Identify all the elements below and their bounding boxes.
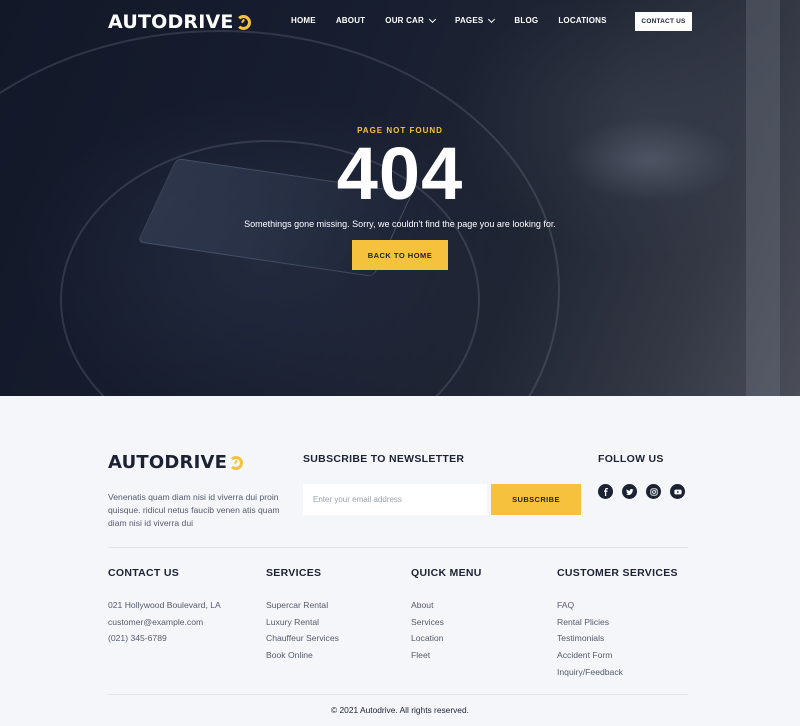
services-link[interactable]: Luxury Rental bbox=[266, 616, 339, 633]
hero-section: AUTODRIVE HOME ABOUT OUR CAR PAGES BLOG … bbox=[0, 0, 800, 396]
top-navigation: AUTODRIVE HOME ABOUT OUR CAR PAGES BLOG … bbox=[0, 0, 800, 44]
site-footer: AUTODRIVE Venenatis quam diam nisi id vi… bbox=[0, 396, 800, 726]
contact-title: CONTACT US bbox=[108, 567, 180, 579]
footer-logo-text: AUTODRIVE bbox=[108, 452, 228, 473]
quick-menu-link[interactable]: Services bbox=[411, 616, 444, 633]
brand-logo[interactable]: AUTODRIVE bbox=[108, 11, 251, 33]
contact-us-button[interactable]: CONTACT US bbox=[635, 12, 692, 31]
footer-brand-logo[interactable]: AUTODRIVE bbox=[108, 452, 244, 473]
youtube-icon[interactable] bbox=[670, 484, 685, 499]
main-menu: HOME ABOUT OUR CAR PAGES BLOG LOCATIONS bbox=[291, 15, 627, 25]
nav-our-car[interactable]: OUR CAR bbox=[385, 15, 437, 25]
customer-services-link[interactable]: FAQ bbox=[557, 599, 623, 616]
nav-blog[interactable]: BLOG bbox=[514, 16, 538, 25]
quick-menu-title: QUICK MENU bbox=[411, 567, 482, 579]
nav-pages[interactable]: PAGES bbox=[455, 15, 496, 25]
speedometer-icon bbox=[235, 14, 251, 30]
services-link[interactable]: Book Online bbox=[266, 649, 339, 666]
nav-locations-label: LOCATIONS bbox=[558, 16, 607, 25]
quick-menu-link[interactable]: Location bbox=[411, 632, 444, 649]
nav-pages-label: PAGES bbox=[455, 16, 484, 25]
twitter-icon[interactable] bbox=[622, 484, 637, 499]
customer-services-link[interactable]: Accident Form bbox=[557, 649, 623, 666]
customer-services-link[interactable]: Rental Plicies bbox=[557, 616, 623, 633]
brand-logo-text: AUTODRIVE bbox=[108, 11, 234, 33]
speedometer-icon bbox=[229, 455, 244, 470]
instagram-icon[interactable] bbox=[646, 484, 661, 499]
nav-home-label: HOME bbox=[291, 16, 316, 25]
contact-list: 021 Hollywood Boulevard, LA customer@exa… bbox=[108, 599, 221, 649]
follow-us-title: FOLLOW US bbox=[598, 453, 664, 465]
contact-phone: (021) 345-6789 bbox=[108, 633, 167, 644]
newsletter-email-input[interactable] bbox=[303, 484, 487, 515]
nav-about-label: ABOUT bbox=[335, 16, 366, 25]
contact-email: customer@example.com bbox=[108, 616, 204, 627]
customer-services-link[interactable]: Testimonials bbox=[557, 632, 623, 649]
subscribe-button[interactable]: SUBSCRIBE bbox=[491, 484, 581, 515]
newsletter-title: SUBSCRIBE TO NEWSLETTER bbox=[303, 453, 465, 465]
quick-menu-link[interactable]: Fleet bbox=[411, 649, 444, 666]
nav-about[interactable]: ABOUT bbox=[336, 16, 365, 25]
footer-divider bbox=[108, 547, 688, 548]
facebook-icon[interactable] bbox=[598, 484, 613, 499]
nav-home[interactable]: HOME bbox=[291, 16, 316, 25]
error-code: 404 bbox=[336, 132, 464, 215]
services-list: Supercar Rental Luxury Rental Chauffeur … bbox=[266, 599, 339, 666]
copyright-text: © 2021 Autodrive. All rights reserved. bbox=[331, 705, 469, 715]
nav-blog-label: BLOG bbox=[514, 16, 539, 25]
footer-about-text: Venenatis quam diam nisi id viverra dui … bbox=[108, 492, 280, 528]
back-to-home-button[interactable]: BACK TO HOME bbox=[352, 240, 448, 270]
quick-menu-list: About Services Location Fleet bbox=[411, 599, 444, 666]
social-links bbox=[598, 484, 685, 499]
contact-address: 021 Hollywood Boulevard, LA bbox=[108, 600, 221, 610]
services-link[interactable]: Supercar Rental bbox=[266, 599, 339, 616]
nav-our-car-label: OUR CAR bbox=[385, 16, 424, 25]
footer-bottom-divider bbox=[108, 694, 688, 695]
error-message: Somethings gone missing. Sorry, we could… bbox=[244, 219, 556, 229]
services-title: SERVICES bbox=[266, 567, 322, 579]
quick-menu-link[interactable]: About bbox=[411, 599, 444, 616]
customer-services-link[interactable]: Inquiry/Feedback bbox=[557, 666, 623, 683]
services-link[interactable]: Chauffeur Services bbox=[266, 632, 339, 649]
chevron-down-icon bbox=[488, 15, 496, 23]
nav-locations[interactable]: LOCATIONS bbox=[558, 16, 606, 25]
customer-services-title: CUSTOMER SERVICES bbox=[557, 567, 678, 579]
chevron-down-icon bbox=[428, 15, 437, 23]
customer-services-list: FAQ Rental Plicies Testimonials Accident… bbox=[557, 599, 623, 682]
